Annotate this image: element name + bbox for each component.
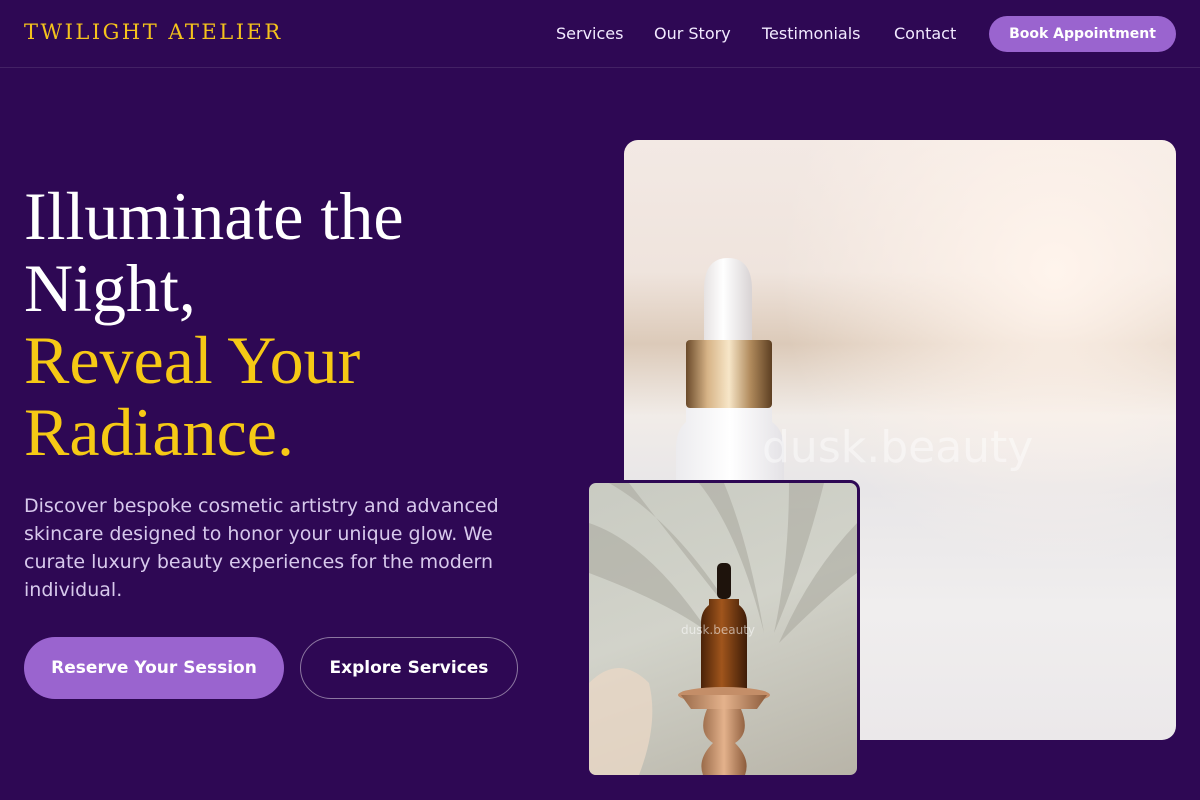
nav-link-contact[interactable]: Contact [894, 24, 956, 43]
nav-link-services[interactable]: Services [556, 24, 623, 43]
hero-headline: Illuminate the Night, Reveal Your Radian… [24, 180, 564, 468]
top-navigation: TWILIGHT ATELIER Services Our Story Test… [0, 0, 1200, 68]
headline-line-4: Radiance. [24, 394, 294, 470]
hero-description: Discover bespoke cosmetic artistry and a… [24, 495, 499, 601]
headline-line-1: Illuminate the [24, 178, 404, 254]
nav-link-testimonials[interactable]: Testimonials [762, 24, 861, 43]
headline-line-2: Night, [24, 250, 196, 326]
inset-watermark: dusk.beauty [681, 623, 756, 637]
image-watermark: dusk.beauty [762, 422, 1034, 473]
brand-logo[interactable]: TWILIGHT ATELIER [24, 20, 283, 44]
book-appointment-button[interactable]: Book Appointment [989, 16, 1176, 52]
nav-link-our-story[interactable]: Our Story [654, 24, 731, 43]
hero-inset-image: dusk.beauty [586, 480, 860, 778]
reserve-session-button[interactable]: Reserve Your Session [24, 637, 284, 699]
headline-line-3: Reveal Your [24, 322, 361, 398]
explore-services-button[interactable]: Explore Services [300, 637, 518, 699]
